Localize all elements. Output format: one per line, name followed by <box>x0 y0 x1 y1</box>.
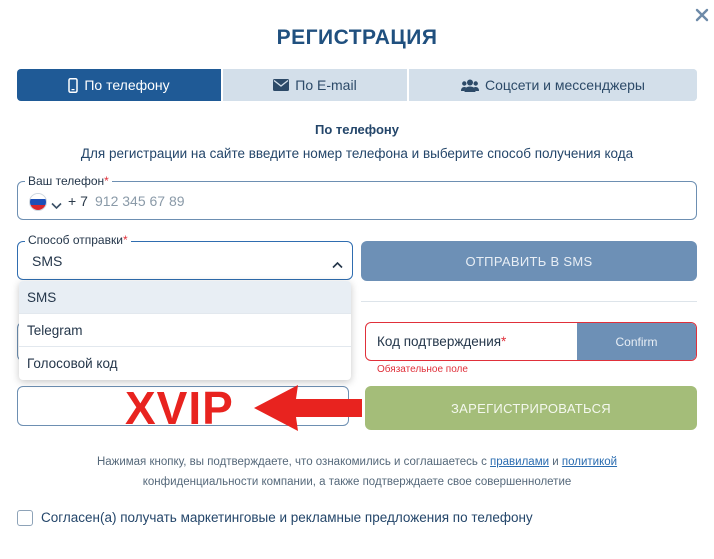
tab-label: Соцсети и мессенджеры <box>484 77 645 93</box>
required-field-error: Обязательное поле <box>377 364 468 375</box>
divider <box>361 301 697 302</box>
dropdown-option-telegram[interactable]: Telegram <box>19 314 351 347</box>
envelope-icon <box>273 79 290 91</box>
tab-email[interactable]: По E-mail <box>221 69 407 101</box>
tab-phone[interactable]: По телефону <box>17 69 221 101</box>
send-method-value: SMS <box>32 253 63 269</box>
dropdown-option-sms[interactable]: SMS <box>19 281 351 314</box>
marketing-consent-checkbox[interactable] <box>17 510 33 526</box>
confirm-button[interactable]: Confirm <box>577 323 696 360</box>
overlay-promo-text: XVIP <box>125 382 234 434</box>
page-title: РЕГИСТРАЦИЯ <box>276 26 438 49</box>
send-method-dropdown: SMS Telegram Голосовой код <box>19 281 351 380</box>
send-method-label: Способ отправки* <box>25 233 131 247</box>
send-sms-button[interactable]: ОТПРАВИТЬ В SMS <box>361 241 697 281</box>
chevron-down-icon[interactable] <box>51 197 62 215</box>
phone-icon <box>68 77 79 93</box>
tab-social[interactable]: Соцсети и мессенджеры <box>407 69 697 101</box>
marketing-consent-label[interactable]: Согласен(а) получать маркетинговые и рек… <box>41 510 533 525</box>
users-icon <box>460 79 479 92</box>
rules-link[interactable]: правилами <box>490 456 549 468</box>
tab-label: По E-mail <box>295 77 357 93</box>
country-code: + 7 <box>68 193 88 209</box>
section-subtitle: По телефону <box>314 122 400 137</box>
dropdown-option-voice[interactable]: Голосовой код <box>19 347 351 380</box>
phone-label: Ваш телефон* <box>25 174 112 188</box>
section-description: Для регистрации на сайте введите номер т… <box>80 146 634 161</box>
register-button[interactable]: ЗАРЕГИСТРИРОВАТЬСЯ <box>365 386 697 430</box>
terms-text: Нажимая кнопку, вы подтверждаете, что оз… <box>96 456 618 488</box>
close-icon[interactable] <box>692 4 712 26</box>
phone-input[interactable] <box>95 190 685 212</box>
confirmation-code-label: Код подтверждения* <box>377 334 507 349</box>
registration-tabs: По телефону По E-mail Соцсети и мессендж… <box>17 69 697 101</box>
privacy-policy-link[interactable]: политикой <box>562 456 617 468</box>
tab-label: По телефону <box>84 77 170 93</box>
red-arrow-icon <box>254 385 362 431</box>
registration-modal: РЕГИСТРАЦИЯ По телефону По E-mail Соцсет… <box>0 0 714 559</box>
chevron-up-icon[interactable] <box>332 256 343 274</box>
russia-flag-icon[interactable] <box>29 193 47 211</box>
